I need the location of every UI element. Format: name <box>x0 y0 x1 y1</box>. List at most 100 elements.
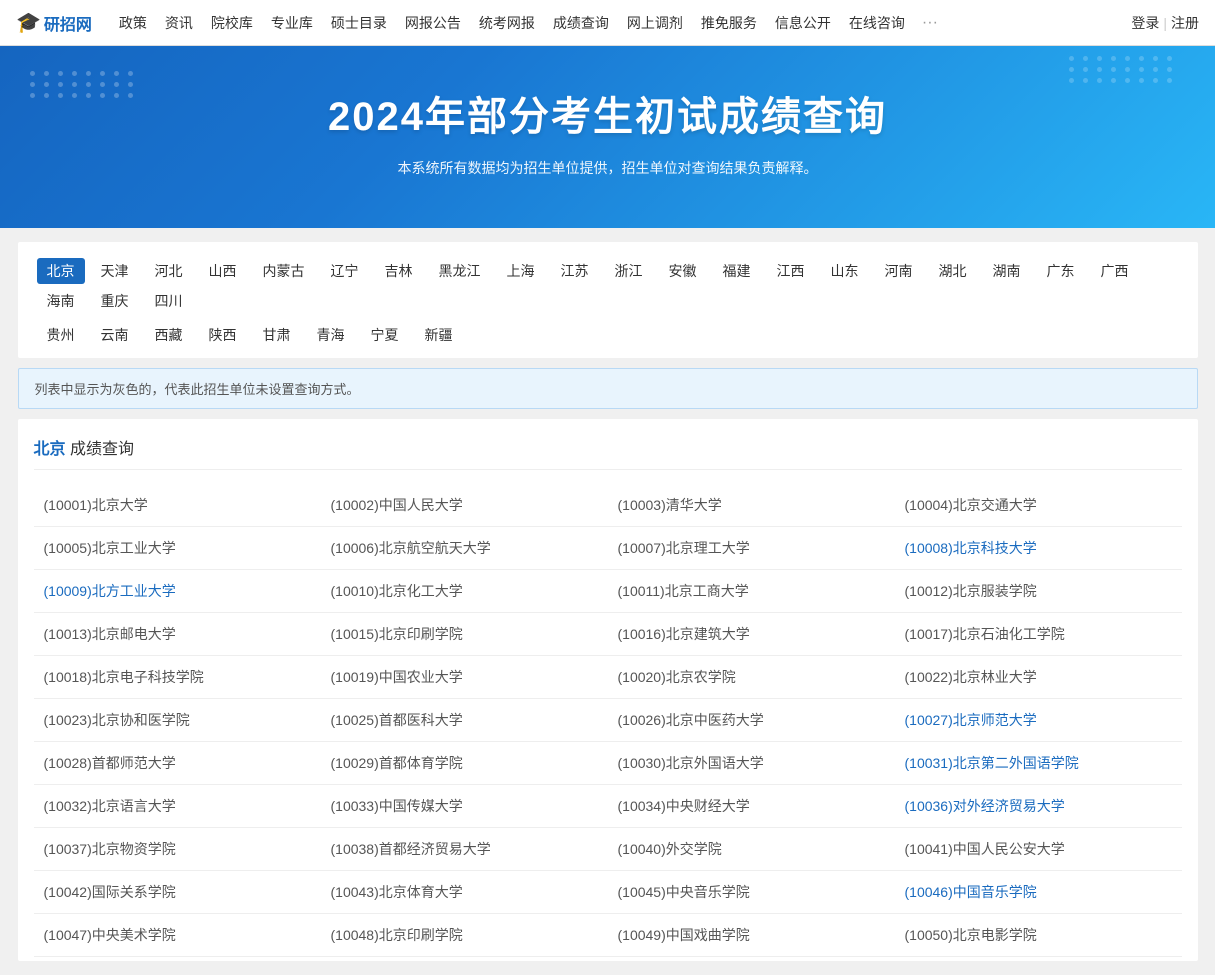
uni-cell: (10002)中国人民大学 <box>321 484 608 527</box>
nav-item-consult[interactable]: 在线咨询 <box>840 0 914 46</box>
uni-cell: (10018)北京电子科技学院 <box>34 656 321 699</box>
nav-item-exempt[interactable]: 推免服务 <box>692 0 766 46</box>
nav-item-adjust[interactable]: 网上调剂 <box>618 0 692 46</box>
info-box: 列表中显示为灰色的，代表此招生单位未设置查询方式。 <box>18 368 1198 409</box>
uni-link[interactable]: (10046)中国音乐学院 <box>905 884 1037 900</box>
region-item-青海[interactable]: 青海 <box>307 322 355 348</box>
region-item-安徽[interactable]: 安徽 <box>659 258 707 284</box>
uni-cell: (10016)北京建筑大学 <box>608 613 895 656</box>
region-item-辽宁[interactable]: 辽宁 <box>321 258 369 284</box>
uni-link[interactable]: (10009)北方工业大学 <box>44 583 176 599</box>
region-row-1: 北京天津河北山西内蒙古辽宁吉林黑龙江上海江苏浙江安徽福建江西山东河南湖北湖南广东… <box>34 256 1182 316</box>
uni-link[interactable]: (10008)北京科技大学 <box>905 540 1037 556</box>
region-item-山东[interactable]: 山东 <box>821 258 869 284</box>
nav-login-button[interactable]: 登录 <box>1131 13 1159 33</box>
hero-title: 2024年部分考生初试成绩查询 <box>20 84 1195 142</box>
uni-link[interactable]: (10036)对外经济贸易大学 <box>905 798 1065 814</box>
region-item-贵州[interactable]: 贵州 <box>37 322 85 348</box>
uni-cell: (10049)中国戏曲学院 <box>608 914 895 957</box>
region-item-湖北[interactable]: 湖北 <box>929 258 977 284</box>
nav-register-button[interactable]: 注册 <box>1171 13 1199 33</box>
nav-logo[interactable]: 🎓 研招网 <box>16 10 92 35</box>
uni-cell: (10029)首都体育学院 <box>321 742 608 785</box>
region-item-福建[interactable]: 福建 <box>713 258 761 284</box>
nav-item-schools[interactable]: 院校库 <box>202 0 262 46</box>
university-section: 北京 成绩查询 (10001)北京大学(10002)中国人民大学(10003)清… <box>18 419 1198 961</box>
uni-cell[interactable]: (10036)对外经济贸易大学 <box>895 785 1182 828</box>
region-item-海南[interactable]: 海南 <box>37 288 85 314</box>
uni-cell: (10033)中国传媒大学 <box>321 785 608 828</box>
uni-cell[interactable]: (10008)北京科技大学 <box>895 527 1182 570</box>
logo-text: 研招网 <box>44 11 92 35</box>
hero-dots-right <box>1069 56 1175 83</box>
university-table: (10001)北京大学(10002)中国人民大学(10003)清华大学(1000… <box>34 484 1182 957</box>
uni-cell: (10001)北京大学 <box>34 484 321 527</box>
uni-cell: (10032)北京语言大学 <box>34 785 321 828</box>
table-row: (10028)首都师范大学(10029)首都体育学院(10030)北京外国语大学… <box>34 742 1182 785</box>
nav-item-news[interactable]: 资讯 <box>156 0 202 46</box>
uni-cell: (10017)北京石油化工学院 <box>895 613 1182 656</box>
uni-cell: (10011)北京工商大学 <box>608 570 895 613</box>
region-item-天津[interactable]: 天津 <box>91 258 139 284</box>
nav-items: 政策 资讯 院校库 专业库 硕士目录 网报公告 统考网报 成绩查询 网上调剂 推… <box>110 0 1131 46</box>
region-item-北京[interactable]: 北京 <box>37 258 85 284</box>
uni-cell[interactable]: (10046)中国音乐学院 <box>895 871 1182 914</box>
region-item-吉林[interactable]: 吉林 <box>375 258 423 284</box>
nav-item-announce[interactable]: 网报公告 <box>396 0 470 46</box>
uni-link[interactable]: (10027)北京师范大学 <box>905 712 1037 728</box>
region-item-甘肃[interactable]: 甘肃 <box>253 322 301 348</box>
nav-more-icon[interactable]: ··· <box>914 14 946 32</box>
nav-item-majors[interactable]: 专业库 <box>262 0 322 46</box>
uni-cell[interactable]: (10027)北京师范大学 <box>895 699 1182 742</box>
nav-item-info[interactable]: 信息公开 <box>766 0 840 46</box>
table-row: (10018)北京电子科技学院(10019)中国农业大学(10020)北京农学院… <box>34 656 1182 699</box>
uni-cell[interactable]: (10009)北方工业大学 <box>34 570 321 613</box>
region-item-宁夏[interactable]: 宁夏 <box>361 322 409 348</box>
region-item-山西[interactable]: 山西 <box>199 258 247 284</box>
table-row: (10001)北京大学(10002)中国人民大学(10003)清华大学(1000… <box>34 484 1182 527</box>
uni-cell: (10013)北京邮电大学 <box>34 613 321 656</box>
table-row: (10032)北京语言大学(10033)中国传媒大学(10034)中央财经大学(… <box>34 785 1182 828</box>
table-row: (10023)北京协和医学院(10025)首都医科大学(10026)北京中医药大… <box>34 699 1182 742</box>
region-item-河北[interactable]: 河北 <box>145 258 193 284</box>
uni-cell: (10040)外交学院 <box>608 828 895 871</box>
nav-item-scores[interactable]: 成绩查询 <box>544 0 618 46</box>
table-row: (10005)北京工业大学(10006)北京航空航天大学(10007)北京理工大… <box>34 527 1182 570</box>
region-item-四川[interactable]: 四川 <box>145 288 193 314</box>
region-item-广西[interactable]: 广西 <box>1091 258 1139 284</box>
main-content: 北京天津河北山西内蒙古辽宁吉林黑龙江上海江苏浙江安徽福建江西山东河南湖北湖南广东… <box>0 228 1215 975</box>
nav-item-catalog[interactable]: 硕士目录 <box>322 0 396 46</box>
region-item-上海[interactable]: 上海 <box>497 258 545 284</box>
nav-item-policy[interactable]: 政策 <box>110 0 156 46</box>
region-item-浙江[interactable]: 浙江 <box>605 258 653 284</box>
section-region-name: 北京 <box>34 441 66 458</box>
region-item-江苏[interactable]: 江苏 <box>551 258 599 284</box>
region-item-陕西[interactable]: 陕西 <box>199 322 247 348</box>
uni-link[interactable]: (10031)北京第二外国语学院 <box>905 755 1079 771</box>
region-item-河南[interactable]: 河南 <box>875 258 923 284</box>
region-item-云南[interactable]: 云南 <box>91 322 139 348</box>
region-item-重庆[interactable]: 重庆 <box>91 288 139 314</box>
region-item-江西[interactable]: 江西 <box>767 258 815 284</box>
region-item-广东[interactable]: 广东 <box>1037 258 1085 284</box>
uni-cell: (10028)首都师范大学 <box>34 742 321 785</box>
uni-cell[interactable]: (10031)北京第二外国语学院 <box>895 742 1182 785</box>
region-item-内蒙古[interactable]: 内蒙古 <box>253 258 315 284</box>
uni-cell: (10012)北京服装学院 <box>895 570 1182 613</box>
uni-cell: (10045)中央音乐学院 <box>608 871 895 914</box>
uni-cell: (10050)北京电影学院 <box>895 914 1182 957</box>
region-item-新疆[interactable]: 新疆 <box>415 322 463 348</box>
uni-cell: (10048)北京印刷学院 <box>321 914 608 957</box>
info-box-text: 列表中显示为灰色的，代表此招生单位未设置查询方式。 <box>35 382 360 397</box>
nav-item-enroll[interactable]: 统考网报 <box>470 0 544 46</box>
uni-cell: (10023)北京协和医学院 <box>34 699 321 742</box>
region-item-西藏[interactable]: 西藏 <box>145 322 193 348</box>
table-row: (10037)北京物资学院(10038)首都经济贸易大学(10040)外交学院(… <box>34 828 1182 871</box>
region-item-黑龙江[interactable]: 黑龙江 <box>429 258 491 284</box>
region-row-2: 贵州云南西藏陕西甘肃青海宁夏新疆 <box>34 320 1182 350</box>
region-item-湖南[interactable]: 湖南 <box>983 258 1031 284</box>
uni-cell: (10042)国际关系学院 <box>34 871 321 914</box>
nav-sep: | <box>1163 15 1167 31</box>
uni-cell: (10038)首都经济贸易大学 <box>321 828 608 871</box>
uni-cell: (10005)北京工业大学 <box>34 527 321 570</box>
